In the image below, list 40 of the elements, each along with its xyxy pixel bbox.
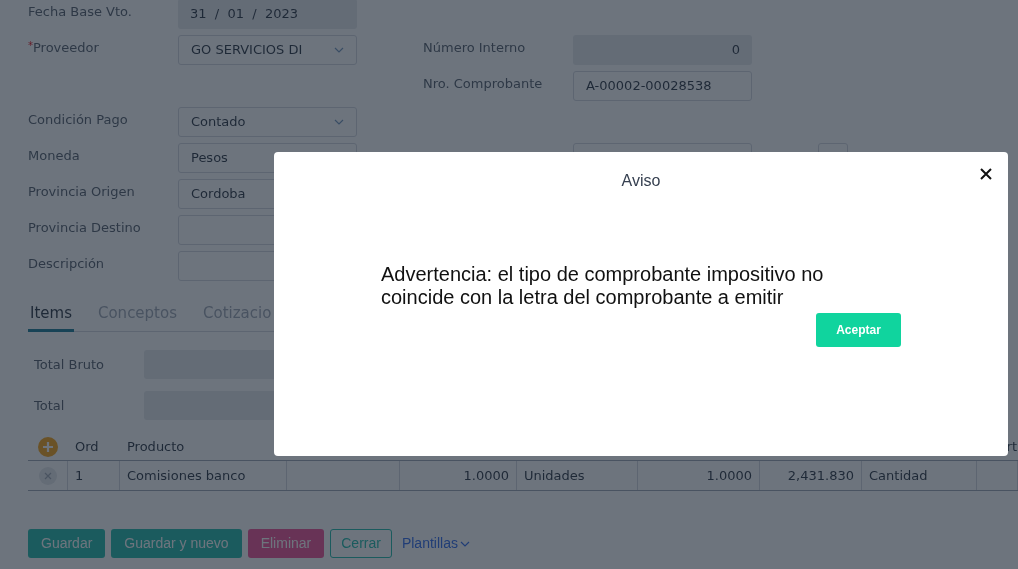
field-label: Descripción [28,255,105,273]
dialog-message: Advertencia: el tipo de comprobante impositivo no coincide con la letra del comprobante a emitir [381,263,825,309]
required-mark: * [28,39,33,51]
accept-button[interactable]: Aceptar [816,313,901,347]
field-label: Fecha Base Vto. [28,3,132,21]
field-label: Provincia Destino [28,219,141,237]
number-field[interactable]: 0 [573,35,752,65]
select-field[interactable]: Contado [178,107,357,137]
total-label: Total [34,396,66,415]
total-label: Total Bruto [34,355,106,374]
button[interactable]: Guardar y nuevo [111,529,242,558]
field-label: Condición Pago [28,111,128,129]
chevron-down-icon [334,119,344,125]
input-field[interactable]: A-00002-00028538 [573,71,752,101]
table-cell: Cantidad [862,461,977,490]
select-field[interactable]: GO SERVICIOS DI [178,35,357,65]
table-cell: 2,431.830 [760,461,862,490]
column-header: Ord [74,438,100,457]
column-header: Producto [126,438,186,457]
chevron-down-icon [334,47,344,53]
date-field[interactable]: 31 / 01 / 2023 [178,0,357,29]
field-label: Nro. Comprobante [423,75,543,93]
field-label: Moneda [28,147,80,165]
delete-button[interactable]: Eliminar [247,529,325,558]
close-button[interactable] [979,167,993,181]
table-cell: Unidades [517,461,638,490]
button[interactable]: Guardar [28,529,106,558]
field-label: Proveedor [33,39,99,57]
close-button[interactable]: Cerrar [330,529,392,558]
dropdown-link[interactable]: Plantillas [397,529,474,558]
chevron-down-icon [459,540,470,547]
field-label: Número Interno [423,39,526,57]
table-cell: Comisiones banco [120,461,287,490]
dialog-title: Aviso [621,172,661,189]
table-cell: 1 [68,461,120,490]
tab[interactable]: Items [28,302,74,332]
column-header: rt [1006,438,1018,457]
table-cell: 1.0000 [400,461,517,490]
table-cell: 1.0000 [638,461,760,490]
field-label: Provincia Origen [28,183,135,201]
